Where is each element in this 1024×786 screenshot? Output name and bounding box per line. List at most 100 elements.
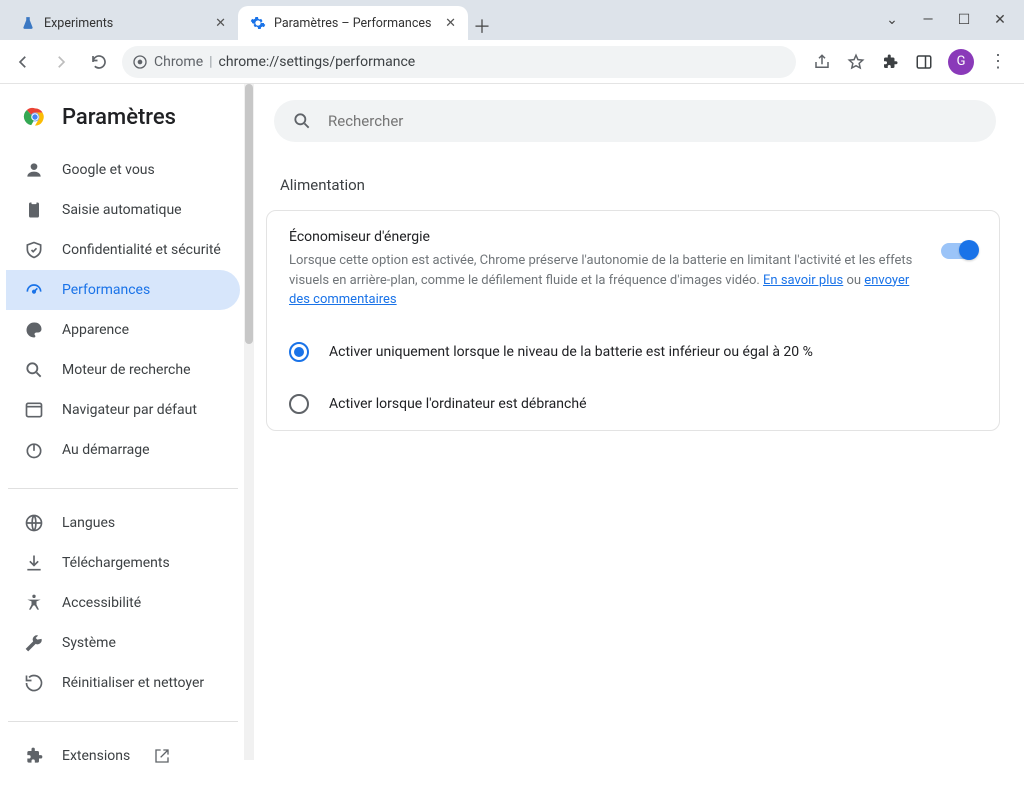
sidebar-item-label: Système [62,635,116,651]
sidebar-item-label: Confidentialité et sécurité [62,242,221,258]
radio-icon [289,394,309,414]
extensions-icon[interactable] [880,52,900,72]
gear-icon [250,15,266,31]
section-title: Alimentation [280,176,1008,194]
sidebar-item-label: Navigateur par défaut [62,402,197,418]
sidebar-item-privacy[interactable]: Confidentialité et sécurité [6,230,240,270]
menu-icon[interactable]: ⋮ [988,52,1008,72]
radio-icon [289,342,309,362]
sidebar-item-reset[interactable]: Réinitialiser et nettoyer [6,663,240,703]
url-separator: | [209,54,212,70]
sidebar-item-label: Au démarrage [62,442,150,458]
restore-icon [24,673,44,693]
radio-label: Activer lorsque l'ordinateur est débranc… [329,396,587,412]
sidebar-item-label: Accessibilité [62,595,141,611]
card-desc-or: ou [843,273,864,288]
settings-content: Paramètres Google et vous Saisie automat… [0,84,1024,760]
page-title: Paramètres [62,105,176,130]
sidebar-item-system[interactable]: Système [6,623,240,663]
open-external-icon [154,748,170,764]
profile-avatar[interactable]: G [948,49,974,75]
sidebar-item-label: Saisie automatique [62,202,182,218]
url-origin: Chrome [154,54,203,70]
scrollbar[interactable] [244,84,254,760]
sidebar-item-label: Langues [62,515,115,531]
sidebar-item-google[interactable]: Google et vous [6,150,240,190]
settings-sidebar: Paramètres Google et vous Saisie automat… [0,84,254,760]
puzzle-icon [24,746,44,766]
radio-option-unplugged[interactable]: Activer lorsque l'ordinateur est débranc… [267,378,999,430]
url-path: chrome://settings/performance [219,54,416,70]
energy-saver-card: Économiseur d'énergie Lorsque cette opti… [266,210,1000,431]
power-icon [24,440,44,460]
palette-icon [24,320,44,340]
learn-more-link[interactable]: En savoir plus [763,273,843,288]
window-controls: ⌄ — ☐ ✕ [882,0,1024,40]
sidebar-item-label: Téléchargements [62,555,170,571]
card-title: Économiseur d'énergie [289,229,917,245]
card-description: Lorsque cette option est activée, Chrome… [289,251,917,310]
sidebar-item-label: Performances [62,282,150,298]
browser-toolbar: Chrome | chrome://settings/performance G… [0,40,1024,84]
sidebar-item-downloads[interactable]: Téléchargements [6,543,240,583]
download-icon [24,553,44,573]
speed-icon [24,280,44,300]
sidebar-item-default-browser[interactable]: Navigateur par défaut [6,390,240,430]
close-icon[interactable]: ✕ [443,14,458,33]
browser-icon [24,400,44,420]
bookmark-star-icon[interactable] [846,52,866,72]
sidebar-item-label: Google et vous [62,162,155,178]
accessibility-icon [24,593,44,613]
radio-option-battery-20[interactable]: Activer uniquement lorsque le niveau de … [267,326,999,378]
sidepanel-icon[interactable] [914,52,934,72]
clipboard-icon [24,200,44,220]
share-icon[interactable] [812,52,832,72]
chrome-icon [132,54,148,70]
search-icon [24,360,44,380]
search-icon [292,111,312,131]
close-icon[interactable]: ✕ [213,14,228,33]
avatar-letter: G [957,54,966,69]
tab-settings[interactable]: Paramètres – Performances ✕ [238,6,468,40]
energy-saver-toggle[interactable] [941,243,977,259]
settings-header: Paramètres [0,84,254,144]
settings-main: Alimentation Économiseur d'énergie Lorsq… [254,84,1024,760]
shield-icon [24,240,44,260]
sidebar-item-label: Apparence [62,322,129,338]
person-icon [24,160,44,180]
close-window-icon[interactable]: ✕ [990,12,1010,28]
flask-icon [20,15,36,31]
chevron-down-icon[interactable]: ⌄ [882,12,902,28]
sidebar-item-label: Moteur de recherche [62,362,191,378]
sidebar-item-appearance[interactable]: Apparence [6,310,240,350]
sidebar-item-label: Réinitialiser et nettoyer [62,675,204,691]
reload-button[interactable] [84,47,114,77]
minimize-icon[interactable]: — [918,12,938,28]
search-input[interactable] [328,112,978,130]
back-button[interactable] [8,47,38,77]
forward-button[interactable] [46,47,76,77]
sidebar-item-performance[interactable]: Performances [6,270,240,310]
chrome-logo-icon [22,104,48,130]
sidebar-item-startup[interactable]: Au démarrage [6,430,240,470]
toolbar-icons: G ⋮ [804,49,1016,75]
wrench-icon [24,633,44,653]
settings-search[interactable] [274,100,996,142]
sidebar-item-search-engine[interactable]: Moteur de recherche [6,350,240,390]
sidebar-list: Google et vous Saisie automatique Confid… [0,144,254,480]
tab-experiments[interactable]: Experiments ✕ [8,6,238,40]
tab-title: Paramètres – Performances [274,16,431,31]
sidebar-list-2: Langues Téléchargements Accessibilité Sy… [0,497,254,713]
sidebar-divider [8,488,238,489]
sidebar-item-autofill[interactable]: Saisie automatique [6,190,240,230]
tab-title: Experiments [44,16,113,31]
card-header-row: Économiseur d'énergie Lorsque cette opti… [267,211,999,326]
sidebar-item-extensions[interactable]: Extensions [6,736,240,776]
maximize-icon[interactable]: ☐ [954,12,974,28]
sidebar-item-accessibility[interactable]: Accessibilité [6,583,240,623]
address-bar[interactable]: Chrome | chrome://settings/performance [122,46,796,78]
sidebar-list-3: Extensions [0,730,254,786]
new-tab-button[interactable]: ＋ [468,12,496,40]
globe-icon [24,513,44,533]
sidebar-item-languages[interactable]: Langues [6,503,240,543]
